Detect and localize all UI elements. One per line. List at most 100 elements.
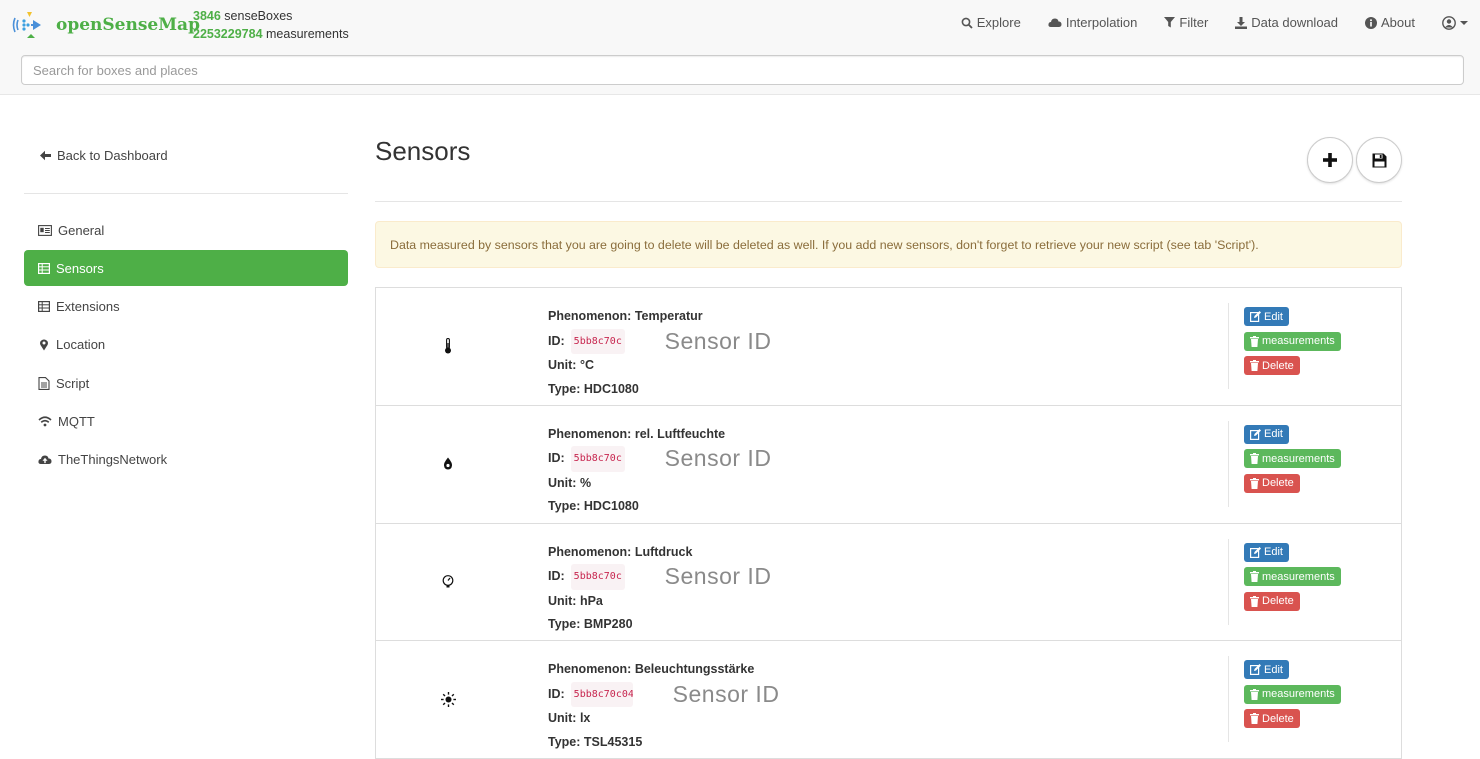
trash-icon [1250,688,1259,700]
sidebar-item-location[interactable]: Location [24,327,348,363]
sidebar-item-mqtt[interactable]: MQTT [24,403,348,439]
sensor-unit: hPa [579,593,603,608]
sensor-type: TSL45315 [583,734,643,749]
sensor-type: HDC1080 [583,499,639,514]
sensor-id-overlay: Sensor ID [664,327,772,354]
sidebar-item-thethingsnetwork[interactable]: TheThingsNetwork [24,442,348,478]
sidebar-item-label: Extensions [56,299,120,315]
type-label: Type: [548,734,581,749]
nav-data-download[interactable]: Data download [1235,15,1338,30]
sidebar-item-script[interactable]: Script [24,365,348,401]
plus-icon [1323,153,1337,167]
phenomenon-label: Phenomenon: [548,662,632,677]
delete-button[interactable]: Delete [1244,473,1300,493]
alert-text: Data measured by sensors that you are go… [390,237,1259,252]
sensor-id: 5bb8c70c [570,564,625,590]
brand-name: openSenseMap [56,15,200,35]
sensor-id-overlay: Sensor ID [672,680,780,707]
edit-label: Edit [1264,310,1283,323]
type-label: Type: [548,381,581,396]
edit-button[interactable]: Edit [1244,660,1289,680]
sensor-info: Phenomenon: Luftdruck ID: 5bb8c70c Sensor … [548,541,771,637]
add-sensor-button[interactable] [1307,137,1353,183]
boxes-label: senseBoxes [224,9,293,23]
search-input[interactable] [21,55,1464,85]
file-text-icon [38,376,50,390]
page-title: Sensors [375,136,471,166]
sensor-unit: °C [579,358,594,372]
search-container [21,55,1464,85]
brand[interactable]: openSenseMap [10,8,200,42]
sidebar-item-label: General [58,222,105,238]
sidebar-item-extensions[interactable]: Extensions [24,289,348,325]
unit-label: Unit: [548,358,577,372]
sidebar-item-general[interactable]: General [24,212,348,248]
sensor-phenomenon: Beleuchtungsstärke [634,662,755,677]
sensor-phenomenon: Luftdruck [634,544,693,559]
delete-button[interactable]: Delete [1244,709,1300,729]
sun-icon [438,689,458,709]
nav-filter[interactable]: Filter [1164,15,1208,30]
nav-explore[interactable]: Explore [961,15,1021,30]
boxes-count: 3846 [193,9,221,23]
nav-explore-label: Explore [976,15,1021,30]
delete-button[interactable]: Delete [1244,591,1300,611]
edit-label: Edit [1264,428,1283,441]
save-sensors-button[interactable] [1356,137,1402,183]
trash-icon [1250,595,1259,607]
id-label: ID: [548,686,565,701]
trash-icon [1250,571,1259,583]
edit-button[interactable]: Edit [1244,542,1289,562]
sensor-info: Phenomenon: Beleuchtungsstärke ID: 5bb8c7… [548,658,779,754]
sidebar-item-label: Sensors [56,260,104,276]
edit-icon [1250,546,1261,558]
sensor-phenomenon: rel. Luftfeuchte [634,426,726,441]
search-icon [961,17,973,29]
sensor-actions: Edit measurements Delete [1228,303,1341,389]
edit-label: Edit [1264,546,1283,559]
nav-about[interactable]: About [1365,15,1415,30]
trash-icon [1250,360,1259,371]
user-menu[interactable] [1442,15,1468,30]
user-circle-icon [1442,15,1456,30]
unit-label: Unit: [548,711,577,726]
sidebar-item-sensors[interactable]: Sensors [24,250,348,287]
trash-icon [1250,335,1259,347]
sidebar-item-label: Script [56,375,90,391]
measurements-button[interactable]: measurements [1244,567,1341,587]
edit-button[interactable]: Edit [1244,307,1289,326]
sensor-id: 5bb8c70c04 [570,681,633,708]
measurements-count: 2253229784 [193,27,263,41]
sensor-id-overlay: Sensor ID [664,445,772,472]
nav-interpolation[interactable]: Interpolation [1048,15,1137,30]
delete-label: Delete [1262,712,1294,725]
nav-about-label: About [1381,15,1415,30]
nav-data-download-label: Data download [1251,15,1339,30]
measurements-button[interactable]: measurements [1244,331,1341,351]
sensor-row: Phenomenon: Beleuchtungsstärke ID: 5bb8c7… [376,641,1401,759]
sensor-unit: lx [579,711,591,726]
sensor-actions: Edit measurements Delete [1228,656,1341,743]
sidebar-nav: General Sensors Extensions Location Scri… [24,212,348,480]
unit-label: Unit: [548,475,577,490]
id-label: ID: [548,451,565,466]
table-icon [38,262,50,274]
top-nav: Explore Interpolation Filter Data downlo… [934,15,1468,30]
sidebar-item-label: TheThingsNetwork [58,452,168,468]
id-label: ID: [548,333,565,348]
gauge-icon [438,572,458,592]
type-label: Type: [548,617,581,632]
caret-down-icon [1460,20,1468,25]
back-to-dashboard-label: Back to Dashboard [57,148,168,163]
phenomenon-label: Phenomenon: [548,426,632,441]
measurements-button[interactable]: measurements [1244,684,1341,704]
measurements-label: measurements [1262,688,1335,701]
sensor-list: Phenomenon: Temperatur ID: 5bb8c70c Sensor… [375,287,1402,759]
delete-label: Delete [1262,595,1294,608]
edit-button[interactable]: Edit [1244,424,1289,444]
delete-label: Delete [1262,359,1294,372]
measurements-button[interactable]: measurements [1244,449,1341,469]
delete-button[interactable]: Delete [1244,356,1300,375]
back-to-dashboard-link[interactable]: Back to Dashboard [40,148,168,163]
warning-alert: Data measured by sensors that you are go… [375,221,1402,268]
